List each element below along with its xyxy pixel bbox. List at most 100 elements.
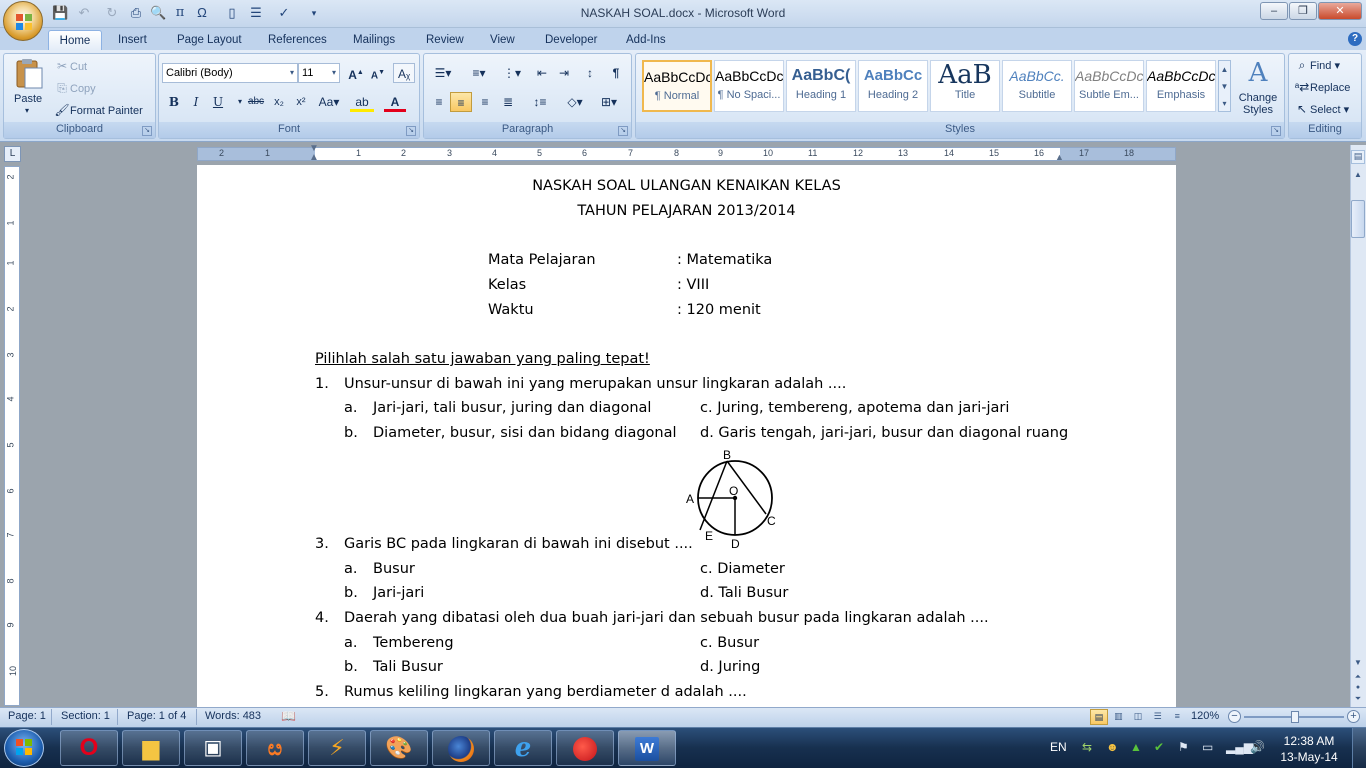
italic-icon[interactable]: I xyxy=(185,92,207,112)
justify-icon[interactable]: ≣ xyxy=(497,92,519,112)
style-subtle-emphasis[interactable]: AaBbCcDc Subtle Em... xyxy=(1074,60,1144,112)
taskbar-opera[interactable]: O xyxy=(60,730,118,766)
sort-icon[interactable]: ↕ xyxy=(579,63,601,83)
paste-icon[interactable] xyxy=(12,57,46,91)
zoom-level[interactable]: 120% xyxy=(1191,710,1219,722)
scroll-up-icon[interactable]: ▲ xyxy=(1351,168,1365,182)
browse-object-icon[interactable]: ● xyxy=(1351,683,1365,693)
underline-icon[interactable]: U xyxy=(207,92,229,112)
taskbar-explorer[interactable]: ▆ xyxy=(122,730,180,766)
change-case-icon[interactable]: Aa▾ xyxy=(314,92,344,112)
tray-flag-icon[interactable]: ⚑ xyxy=(1178,740,1189,754)
taskbar-winamp[interactable]: ⚡ xyxy=(308,730,366,766)
paste-dropdown-icon[interactable]: ▾ xyxy=(25,106,29,115)
style-no-spacing[interactable]: AaBbCcDc ¶ No Spaci... xyxy=(714,60,784,112)
tab-insert[interactable]: Insert xyxy=(108,30,157,50)
previous-page-icon[interactable]: ⏶ xyxy=(1351,672,1365,682)
tray-device-icon[interactable]: ⇆ xyxy=(1082,740,1092,754)
tab-home[interactable]: Home xyxy=(48,30,102,50)
strikethrough-icon[interactable]: abc xyxy=(245,92,267,112)
copy-button[interactable]: ⎘ Copy xyxy=(54,80,96,96)
styles-scroll[interactable]: ▲ ▼ ▾ xyxy=(1218,60,1231,112)
scroll-down-icon[interactable]: ▼ xyxy=(1351,656,1365,670)
find-button[interactable]: ⌕ Find ▾ xyxy=(1294,57,1340,73)
zoom-out-icon[interactable]: − xyxy=(1228,710,1241,723)
status-page[interactable]: Page: 1 xyxy=(8,710,46,722)
align-right-icon[interactable]: ≡ xyxy=(474,92,496,112)
paste-button[interactable]: Paste xyxy=(14,93,42,105)
indent-marker-icon[interactable]: ▼ ▲ xyxy=(309,144,319,164)
tab-review[interactable]: Review xyxy=(416,30,474,50)
multilevel-list-icon[interactable]: ⋮▾ xyxy=(497,63,527,83)
subscript-icon[interactable]: x₂ xyxy=(268,92,290,112)
system-clock[interactable]: 12:38 AM 13-May-14 xyxy=(1276,733,1342,765)
zoom-slider-thumb[interactable] xyxy=(1291,711,1299,723)
style-emphasis[interactable]: AaBbCcDc Emphasis xyxy=(1146,60,1216,112)
numbering-list-icon[interactable]: ≡▾ xyxy=(464,63,494,83)
full-screen-view-icon[interactable]: ▥ xyxy=(1110,709,1128,725)
next-page-icon[interactable]: ⏷ xyxy=(1351,694,1365,704)
proofing-icon[interactable]: 📖 xyxy=(281,709,296,723)
ruler-toggle-icon[interactable]: ▤ xyxy=(1351,150,1365,164)
taskbar-angry-birds[interactable] xyxy=(556,730,614,766)
tab-references[interactable]: References xyxy=(258,30,337,50)
taskbar-word[interactable]: W xyxy=(618,730,676,766)
decrease-indent-icon[interactable]: ⇤ xyxy=(531,63,553,83)
replace-button[interactable]: ᵃ⇄Replace xyxy=(1294,79,1351,95)
shading-icon[interactable]: ◇▾ xyxy=(560,92,590,112)
start-button[interactable] xyxy=(4,729,44,767)
close-button[interactable]: ✕ xyxy=(1318,2,1362,20)
clear-formatting-icon[interactable]: Aᵪ xyxy=(393,63,415,83)
tray-display-icon[interactable]: ▭ xyxy=(1202,740,1213,754)
show-desktop-button[interactable] xyxy=(1352,728,1366,768)
tray-users-icon[interactable]: ☻ xyxy=(1106,740,1119,754)
format-painter-button[interactable]: 🖌Format Painter xyxy=(54,102,142,118)
align-center-icon[interactable]: ≡ xyxy=(450,92,472,112)
grow-font-icon[interactable]: A▲ xyxy=(345,63,367,83)
clipboard-launcher-icon[interactable]: ↘ xyxy=(142,126,152,136)
taskbar-internet-explorer[interactable]: e xyxy=(494,730,552,766)
font-color-icon[interactable]: A xyxy=(384,92,406,112)
scrollbar-thumb[interactable] xyxy=(1351,200,1365,238)
tab-developer[interactable]: Developer xyxy=(535,30,607,50)
help-icon[interactable]: ? xyxy=(1348,32,1362,46)
select-button[interactable]: ↖ Select ▾ xyxy=(1294,101,1349,117)
right-indent-marker-icon[interactable]: ▲ xyxy=(1055,152,1064,162)
bullets-list-icon[interactable]: ☰▾ xyxy=(428,63,458,83)
increase-indent-icon[interactable]: ⇥ xyxy=(553,63,575,83)
tab-page-layout[interactable]: Page Layout xyxy=(167,30,252,50)
style-subtitle[interactable]: AaBbCc. Subtitle xyxy=(1002,60,1072,112)
superscript-icon[interactable]: x² xyxy=(290,92,312,112)
style-heading-1[interactable]: AaBbC(Heading 1 xyxy=(786,60,856,112)
language-indicator[interactable]: EN xyxy=(1050,740,1067,754)
font-launcher-icon[interactable]: ↘ xyxy=(406,126,416,136)
tray-volume-icon[interactable]: 🔊 xyxy=(1250,740,1265,754)
status-page-count[interactable]: Page: 1 of 4 xyxy=(127,710,186,722)
taskbar-firefox[interactable] xyxy=(432,730,490,766)
font-size-select[interactable]: 11 ▾ xyxy=(298,63,340,83)
horizontal-ruler[interactable] xyxy=(197,147,1176,161)
taskbar-cmd[interactable]: ▣ xyxy=(184,730,242,766)
line-spacing-icon[interactable]: ↕≡ xyxy=(525,92,555,112)
status-section[interactable]: Section: 1 xyxy=(61,710,110,722)
style-normal[interactable]: AaBbCcDc ¶ Normal xyxy=(642,60,712,112)
style-title[interactable]: AaB Title xyxy=(930,60,1000,112)
tray-update-icon[interactable]: ✔ xyxy=(1154,740,1164,754)
tab-view[interactable]: View xyxy=(480,30,525,50)
tray-network-icon[interactable]: ▂▄▆ xyxy=(1226,740,1253,754)
style-heading-2[interactable]: AaBbCc Heading 2 xyxy=(858,60,928,112)
restore-button[interactable]: ❐ xyxy=(1289,2,1317,20)
shrink-font-icon[interactable]: A▼ xyxy=(367,63,389,83)
show-formatting-icon[interactable]: ¶ xyxy=(605,63,627,83)
tab-mailings[interactable]: Mailings xyxy=(343,30,405,50)
taskbar-xampp[interactable]: ೞ xyxy=(246,730,304,766)
taskbar-paint[interactable]: 🎨 xyxy=(370,730,428,766)
borders-icon[interactable]: ⊞▾ xyxy=(594,92,624,112)
cut-button[interactable]: ✂ Cut xyxy=(54,58,87,74)
web-layout-view-icon[interactable]: ◫ xyxy=(1129,709,1147,725)
bold-icon[interactable]: B xyxy=(163,92,185,112)
tab-selector[interactable]: L xyxy=(4,146,21,162)
outline-view-icon[interactable]: ☰ xyxy=(1149,709,1167,725)
change-styles-button[interactable]: Change Styles xyxy=(1236,92,1280,116)
office-button[interactable] xyxy=(3,1,43,41)
